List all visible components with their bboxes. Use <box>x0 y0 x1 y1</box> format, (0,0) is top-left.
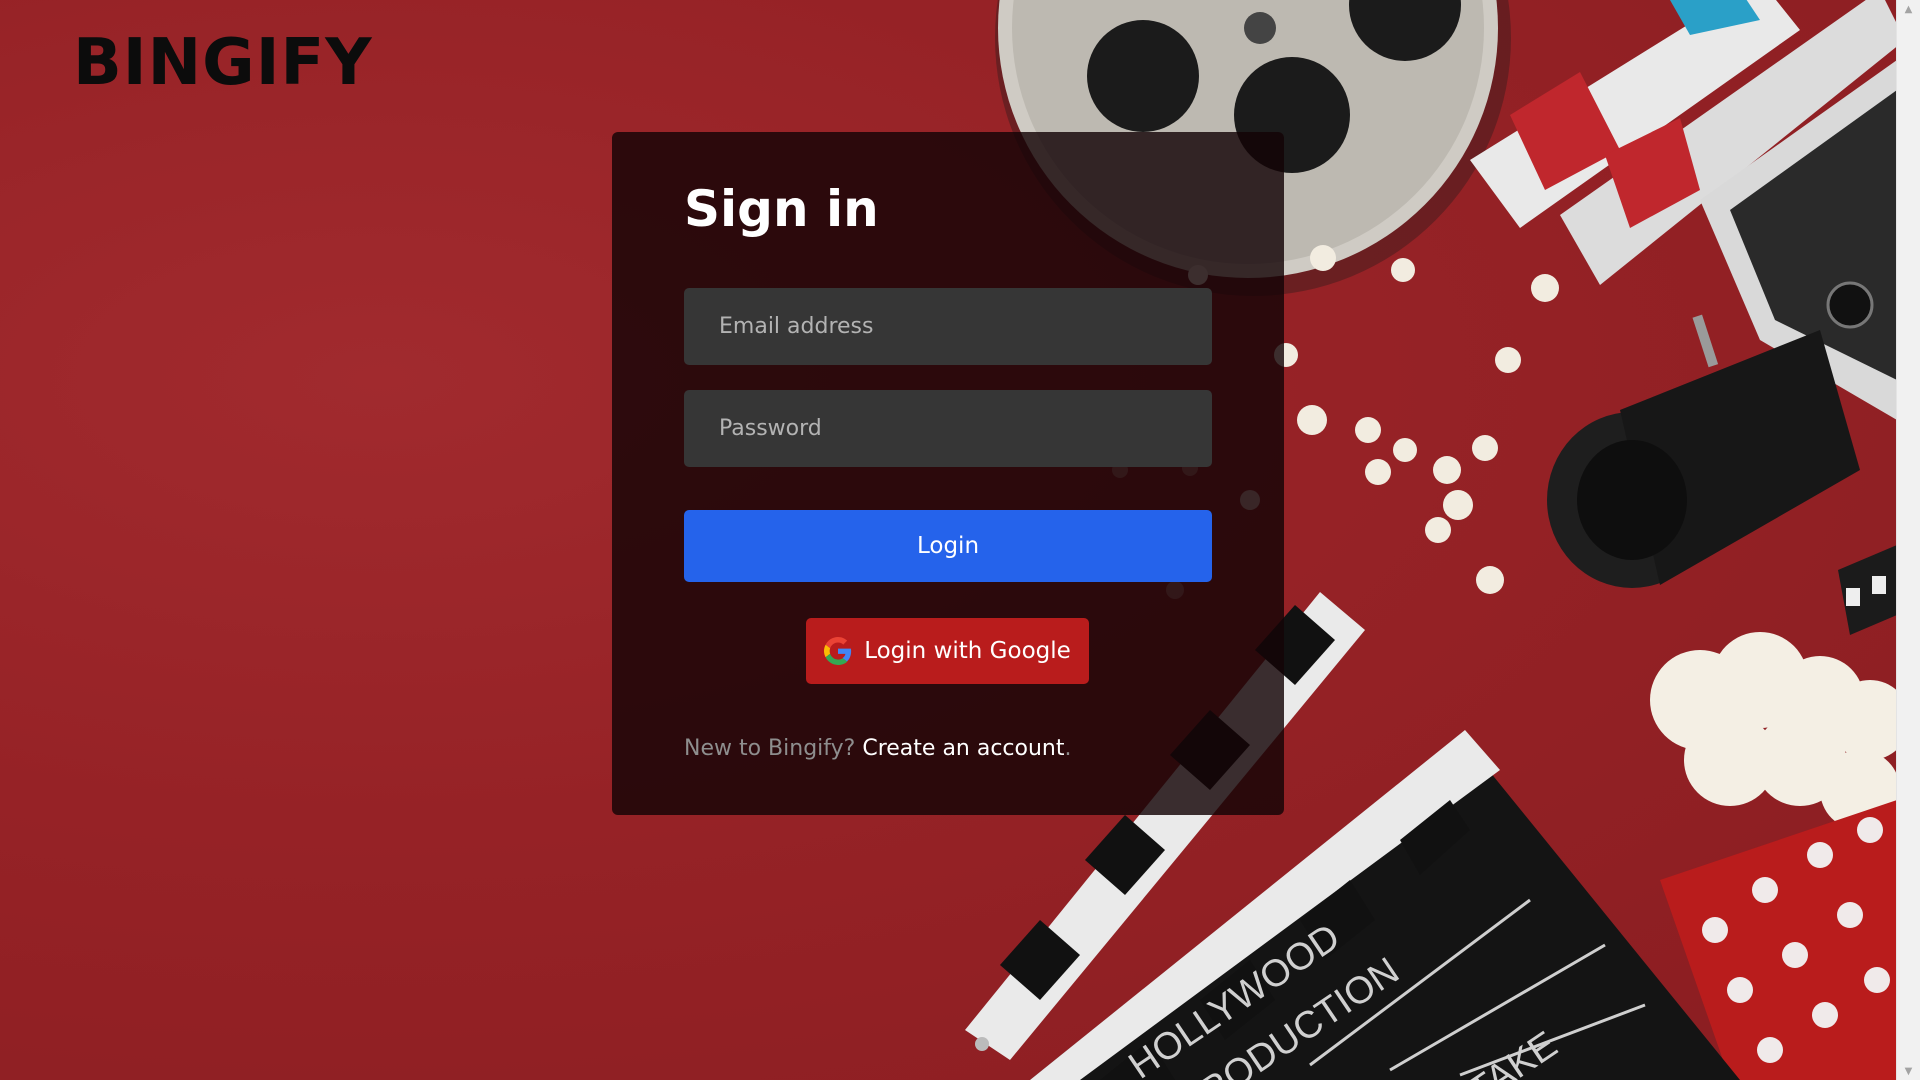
signup-suffix: . <box>1064 736 1072 761</box>
signin-title: Sign in <box>684 180 879 238</box>
google-icon <box>824 637 852 665</box>
create-account-link[interactable]: Create an account <box>862 736 1064 761</box>
signup-question: New to Bingify? <box>684 736 856 761</box>
page-background: HOLLYWOOD PRODUCTION TAKE BINGIFY Sign i… <box>0 0 1897 1080</box>
google-login-button[interactable]: Login with Google <box>806 618 1089 684</box>
signup-prompt: New to Bingify? Create an account. <box>684 736 1072 761</box>
google-login-label: Login with Google <box>864 638 1071 664</box>
page-scrollbar[interactable]: ▲ ▼ <box>1896 0 1920 1080</box>
scroll-down-icon[interactable]: ▼ <box>1897 1062 1920 1080</box>
email-input[interactable] <box>684 288 1212 365</box>
scroll-up-icon[interactable]: ▲ <box>1897 0 1920 18</box>
password-input[interactable] <box>684 390 1212 467</box>
brand-logo[interactable]: BINGIFY <box>73 26 373 100</box>
popcorn-box-icon <box>1650 632 1897 1080</box>
signin-card: Sign in Login Login with Google New to B… <box>612 132 1284 815</box>
login-button[interactable]: Login <box>684 510 1212 582</box>
